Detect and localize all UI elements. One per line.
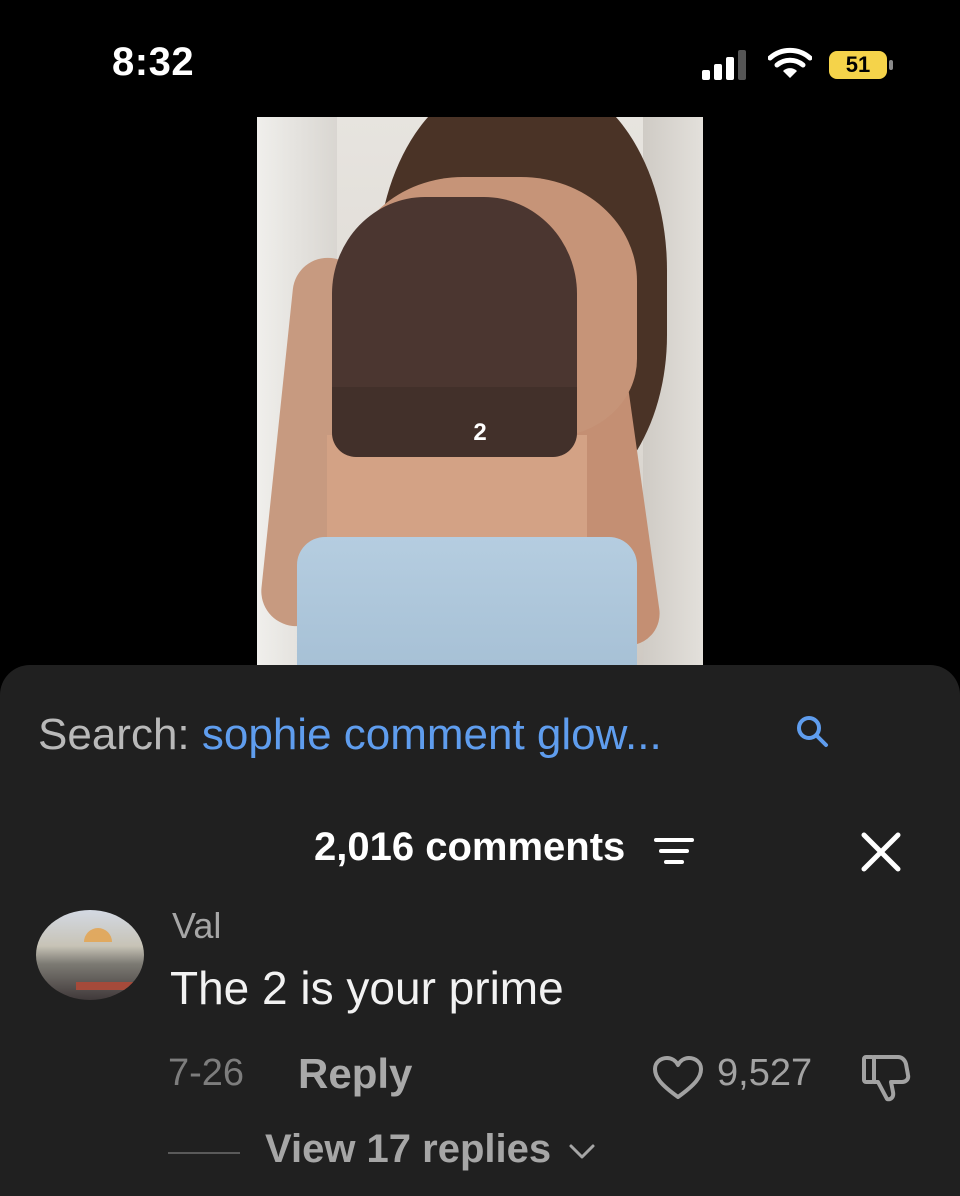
view-replies-button[interactable]: View 17 replies xyxy=(265,1127,551,1172)
battery-icon: 51 xyxy=(828,50,894,80)
avatar[interactable] xyxy=(36,910,144,1000)
comment-date: 7-26 xyxy=(168,1052,245,1094)
video-overlay-label: 2 xyxy=(473,419,487,446)
comments-count: 2,016 comments xyxy=(314,825,626,869)
dislike-icon[interactable] xyxy=(860,1051,912,1103)
heart-icon[interactable] xyxy=(652,1055,704,1101)
video-player[interactable]: 2 xyxy=(257,117,703,665)
video-subject-top-band xyxy=(332,387,577,457)
status-bar: 8:32 51 xyxy=(0,0,960,110)
wifi-icon xyxy=(768,47,812,78)
close-icon[interactable] xyxy=(858,829,904,875)
filter-icon[interactable] xyxy=(654,836,694,866)
comment-author[interactable]: Val xyxy=(172,905,221,947)
avatar-railing xyxy=(76,982,136,990)
signal-icon xyxy=(702,50,746,80)
search-suggestion[interactable]: Search: sophie comment glow... xyxy=(38,710,662,760)
chevron-down-icon[interactable] xyxy=(568,1143,596,1161)
avatar-sun xyxy=(84,928,112,942)
status-time: 8:32 xyxy=(112,40,195,84)
comment-text: The 2 is your prime xyxy=(170,962,564,1014)
search-prefix: Search: xyxy=(38,710,190,759)
replies-divider xyxy=(168,1152,240,1154)
comments-sheet: Search: sophie comment glow... 2,016 com… xyxy=(0,665,960,1196)
search-icon[interactable] xyxy=(794,713,830,749)
reply-button[interactable]: Reply xyxy=(298,1050,412,1098)
battery-percent: 51 xyxy=(845,52,871,77)
video-subject-jeans xyxy=(297,537,637,665)
like-count: 9,527 xyxy=(717,1052,813,1094)
search-query[interactable]: sophie comment glow... xyxy=(202,710,662,759)
